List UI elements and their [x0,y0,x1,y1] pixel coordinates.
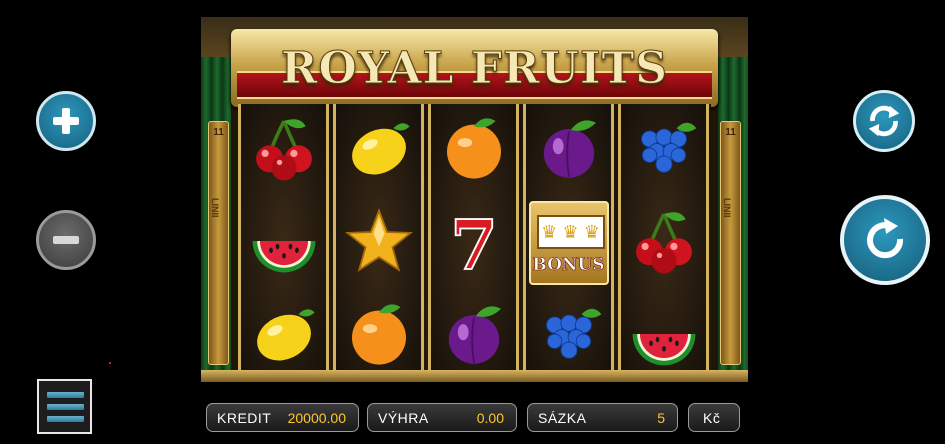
reel-symbol [241,197,326,289]
orange-icon [343,298,415,375]
indicator-dot [109,362,111,364]
increase-bet-button[interactable] [36,91,96,151]
decrease-bet-button[interactable] [36,210,96,270]
spin-icon [867,218,904,259]
paylines-indicator-right: 11 LINII [720,121,741,365]
autoplay-button[interactable] [853,90,915,152]
grapes-icon [533,298,605,375]
reel-symbol [431,290,516,382]
bonus-label: BONUS [532,255,605,276]
crown-icon: ♛ [562,221,579,242]
reel-3: 7 [428,104,519,382]
bet-display[interactable]: SÁZKA 5 [527,403,678,432]
reel-2 [333,104,424,382]
plum-icon [533,112,605,189]
menu-button[interactable] [37,379,92,434]
spin-button[interactable] [840,195,930,285]
reel-symbol [526,290,611,382]
reel-4: ♛ ♛ ♛ BONUS [523,104,614,382]
win-label: VÝHRA [378,410,429,426]
paylines-count: 11 [213,127,224,138]
cherry-icon [628,205,700,282]
reel-symbol [241,290,326,382]
reels-grid: 7 ♛ ♛ ♛ BONUS [238,104,711,382]
seven-icon: 7 [449,206,498,280]
plum-icon [438,298,510,375]
plus-icon [53,108,79,134]
grapes-icon [628,112,700,189]
slot-game-area: ROYAL FRUITS 11 LINII 11 LINII 7 ♛ ♛ ♛ B… [201,17,748,382]
bonus-symbol: ♛ ♛ ♛ BONUS [528,201,609,285]
paylines-count: 11 [725,127,736,138]
watermelon-icon [627,297,701,376]
win-display: VÝHRA 0.00 [367,403,517,432]
bottom-frame [201,370,748,382]
reel-symbol: 7 [431,197,516,289]
minus-icon [53,236,79,244]
game-logo-banner: ROYAL FRUITS [231,29,718,107]
mini-slot-window: ♛ ♛ ♛ [536,215,605,249]
watermelon-icon [247,204,321,283]
credit-display: KREDIT 20000.00 [206,403,359,432]
reel-symbol [621,197,706,289]
seven-label: 7 [450,206,498,280]
paylines-label: LINII [722,198,732,218]
lemon-icon [248,298,320,375]
reel-symbol [431,104,516,196]
bet-label: SÁZKA [538,410,587,426]
reel-symbol [336,290,421,382]
reel-symbol [621,104,706,196]
game-title: ROYAL FRUITS [280,43,669,95]
win-value: 0.00 [476,410,504,426]
cherry-icon [248,112,320,189]
reel-1 [238,104,329,382]
reel-5 [618,104,709,382]
reel-symbol: ♛ ♛ ♛ BONUS [526,197,611,289]
crown-icon: ♛ [541,221,558,242]
paylines-indicator-left: 11 LINII [208,121,229,365]
crown-icon: ♛ [583,221,600,242]
star-icon [343,205,415,282]
menu-icon [47,392,84,398]
lemon-icon [343,112,415,189]
reel-symbol [336,197,421,289]
orange-icon [438,112,510,189]
paylines-label: LINII [210,198,220,218]
credit-label: KREDIT [217,410,272,426]
reel-symbol [336,104,421,196]
reel-symbol [526,104,611,196]
currency-label: Kč [703,410,721,426]
credit-value: 20000.00 [287,410,346,426]
reel-symbol [241,104,326,196]
currency-button[interactable]: Kč [688,403,740,432]
bet-value: 5 [657,410,665,426]
autoplay-icon [868,105,900,137]
reel-symbol [621,290,706,382]
